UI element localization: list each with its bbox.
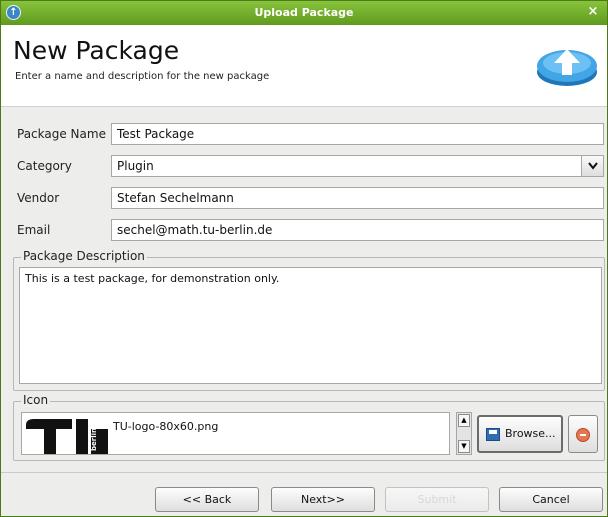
icon-file-name: TU-logo-80x60.png [113, 420, 219, 433]
chevron-down-icon[interactable] [581, 156, 603, 176]
description-group-title: Package Description [21, 249, 147, 263]
package-name-field[interactable]: Test Package [111, 123, 604, 145]
category-select[interactable]: Plugin [111, 155, 604, 177]
icon-group-title: Icon [21, 393, 51, 407]
cancel-button[interactable]: Cancel [499, 487, 603, 512]
package-name-label: Package Name [17, 127, 106, 141]
icon-scrollbar[interactable]: ▲ ▼ [456, 412, 472, 455]
save-disk-icon [486, 428, 500, 441]
window-title: Upload Package [254, 6, 354, 19]
title-bar[interactable]: ↑ Upload Package × [1, 1, 607, 25]
next-button[interactable]: Next>> [271, 487, 375, 512]
vendor-label: Vendor [17, 191, 60, 205]
back-button[interactable]: << Back [155, 487, 259, 512]
submit-button[interactable]: Submit [385, 487, 489, 512]
upload-package-dialog: ↑ Upload Package × New Package Enter a n… [0, 0, 608, 517]
footer-separator [1, 472, 607, 473]
scroll-down-arrow-icon[interactable]: ▼ [458, 440, 470, 453]
tu-logo-image: berlin [26, 419, 108, 454]
icon-preview: berlin TU-logo-80x60.png [21, 412, 450, 455]
remove-icon-button[interactable] [568, 415, 598, 453]
page-subtitle: Enter a name and description for the new… [15, 71, 270, 82]
page-title: New Package [13, 36, 180, 65]
wizard-header: New Package Enter a name and description… [1, 25, 607, 107]
scroll-up-arrow-icon[interactable]: ▲ [458, 414, 470, 427]
browse-button[interactable]: Browse... [477, 415, 563, 453]
browse-button-label: Browse... [505, 427, 556, 440]
vendor-field[interactable]: Stefan Sechelmann [111, 187, 604, 209]
email-field[interactable]: sechel@math.tu-berlin.de [111, 219, 604, 241]
category-value: Plugin [117, 159, 154, 173]
close-icon[interactable]: × [585, 4, 601, 20]
tu-logo-text: berlin [90, 428, 98, 451]
category-label: Category [17, 159, 72, 173]
email-label: Email [17, 223, 51, 237]
description-textarea[interactable]: This is a test package, for demonstratio… [19, 267, 602, 384]
remove-icon [576, 428, 590, 442]
upload-arrow-icon [537, 49, 597, 86]
